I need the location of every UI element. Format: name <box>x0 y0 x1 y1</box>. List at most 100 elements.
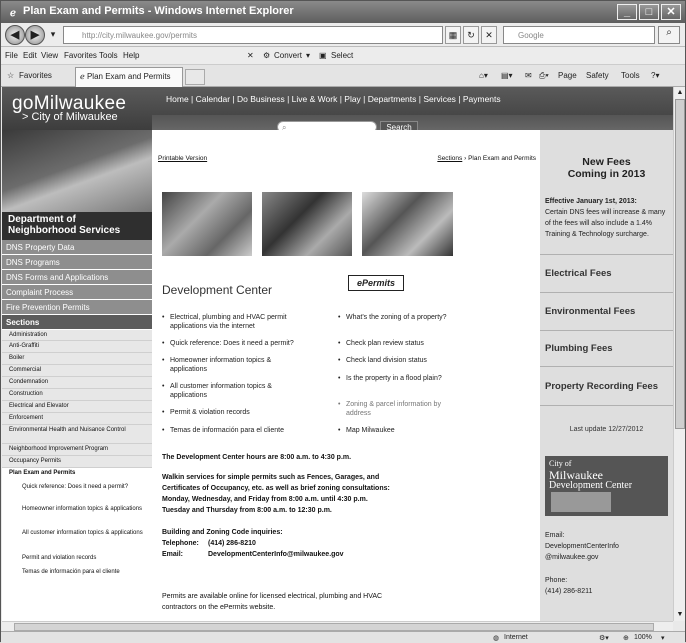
tools-menu[interactable]: Tools <box>621 71 640 80</box>
convert-button[interactable]: Convert <box>274 51 302 60</box>
section-commercial[interactable]: Commercial <box>2 365 152 377</box>
email-address[interactable]: DevelopmentCenterInfo@milwaukee.gov <box>208 549 344 560</box>
link-environmental-fees[interactable]: Environmental Fees <box>540 292 673 330</box>
tab-plan-exam[interactable]: ℯ Plan Exam and Permits <box>75 67 183 87</box>
menu-tools[interactable]: Tools <box>99 51 118 60</box>
breadcrumb-sections-link[interactable]: Sections <box>437 155 462 162</box>
link-property-recording-fees[interactable]: Property Recording Fees <box>540 366 673 406</box>
select-button[interactable]: Select <box>331 51 353 60</box>
vertical-scroll-thumb[interactable] <box>675 99 685 429</box>
section-neighborhood-improvement[interactable]: Neighborhood Improvement Program <box>2 444 152 456</box>
print-icon[interactable]: ⎙▾ <box>539 71 549 81</box>
subsection-homeowner[interactable]: Homeowner information topics & applicati… <box>2 504 152 524</box>
main-content: Printable Version Sections › Plan Exam a… <box>152 130 540 621</box>
history-dropdown-icon[interactable]: ▾ <box>45 26 61 44</box>
mail-icon[interactable]: ✉ <box>525 71 532 80</box>
menu-favorites[interactable]: Favorites <box>64 51 97 60</box>
nav-complaint-process[interactable]: Complaint Process <box>2 285 152 300</box>
link-zoning-of-property[interactable]: What's the zoning of a property? <box>338 314 456 323</box>
epermits-logo[interactable]: ePermits <box>348 275 404 291</box>
contact-email-2[interactable]: @milwaukee.gov <box>545 552 671 563</box>
subsection-temas[interactable]: Temas de información para el cliente <box>2 567 152 587</box>
new-tab-button[interactable] <box>185 69 205 85</box>
convert-icon: ⚙ <box>263 51 271 60</box>
walkin-line-2: Certificates of Occupancy, etc. as well … <box>162 485 390 492</box>
link-map-milwaukee[interactable]: Map Milwaukee <box>338 427 456 436</box>
section-construction[interactable]: Construction <box>2 389 152 401</box>
section-boiler[interactable]: Boiler <box>2 353 152 365</box>
telephone-label: Telephone: <box>162 540 199 547</box>
page-menu[interactable]: Page <box>558 71 577 80</box>
link-temas[interactable]: Temas de información para el cliente <box>162 427 330 436</box>
link-homeowner-topics[interactable]: Homeowner information topics & applicati… <box>162 357 310 374</box>
scroll-up-icon[interactable]: ▲ <box>675 88 685 98</box>
link-quick-reference[interactable]: Quick reference: Does it need a permit? <box>162 340 310 349</box>
link-plumbing-fees[interactable]: Plumbing Fees <box>540 330 673 366</box>
horizontal-scroll-thumb[interactable] <box>14 623 654 631</box>
vertical-scrollbar[interactable]: ▲ ▼ <box>673 87 685 621</box>
menu-edit[interactable]: Edit <box>23 51 37 60</box>
maximize-button[interactable]: □ <box>639 4 659 20</box>
minimize-button[interactable]: _ <box>617 4 637 20</box>
nav-fire-prevention[interactable]: Fire Prevention Permits <box>2 300 152 315</box>
online-permits-line-1: Permits are available online for license… <box>162 593 383 600</box>
section-plan-exam[interactable]: Plan Exam and Permits <box>2 468 152 480</box>
link-zoning-parcel-info[interactable]: Zoning & parcel information by address <box>338 401 456 418</box>
top-navigation[interactable]: Home | Calendar | Do Business | Live & W… <box>166 94 501 104</box>
menu-file[interactable]: File <box>5 51 18 60</box>
section-occupancy-permits[interactable]: Occupancy Permits <box>2 456 152 468</box>
help-icon[interactable]: ?▾ <box>651 71 659 80</box>
zoom-level[interactable]: 100% <box>634 634 652 641</box>
link-all-customer-topics[interactable]: All customer information topics & applic… <box>162 383 310 400</box>
safety-menu[interactable]: Safety <box>586 71 609 80</box>
nav-dns-forms[interactable]: DNS Forms and Applications <box>2 270 152 285</box>
link-permit-violation-records[interactable]: Permit & violation records <box>162 409 310 418</box>
section-enforcement[interactable]: Enforcement <box>2 413 152 425</box>
subsection-all-customer[interactable]: All customer information topics & applic… <box>2 528 152 548</box>
compat-view-icon[interactable]: ▦ <box>445 26 461 44</box>
protected-mode-icon[interactable]: ⚙▾ <box>599 634 609 642</box>
link-online-permit-applications[interactable]: Electrical, plumbing and HVAC permit app… <box>162 314 310 331</box>
contact-phone-label: Phone: <box>545 577 568 584</box>
convert-dropdown-icon[interactable]: ▾ <box>306 51 310 60</box>
status-bar: ◍ Internet ⚙▾ ⊕ 100% ▾ <box>1 631 685 643</box>
walkin-line-4: Tuesday and Thursday from 8:00 a.m. to 1… <box>162 507 332 514</box>
forward-button[interactable]: ▶ <box>25 25 45 45</box>
link-plan-review-status[interactable]: Check plan review status <box>338 340 456 349</box>
close-button[interactable]: ✕ <box>661 4 681 20</box>
search-icon[interactable]: ⌕ <box>658 26 680 44</box>
section-administration[interactable]: Administration <box>2 330 152 341</box>
section-anti-graffiti[interactable]: Anti-Graffiti <box>2 341 152 353</box>
scroll-down-icon[interactable]: ▼ <box>675 610 685 620</box>
search-input[interactable]: Google <box>503 26 655 44</box>
link-electrical-fees[interactable]: Electrical Fees <box>540 254 673 292</box>
menu-view[interactable]: View <box>41 51 58 60</box>
development-center-banner[interactable]: City of Milwaukee Development Center <box>545 456 668 516</box>
favorites-button[interactable]: Favorites <box>19 71 52 80</box>
nav-dns-property-data[interactable]: DNS Property Data <box>2 240 152 255</box>
horizontal-scrollbar[interactable] <box>2 621 673 631</box>
address-bar[interactable]: http://city.milwaukee.gov/permits <box>63 26 443 44</box>
section-environmental-health[interactable]: Environmental Health and Nuisance Contro… <box>2 425 152 444</box>
link-land-division-status[interactable]: Check land division status <box>338 357 456 366</box>
section-electrical-elevator[interactable]: Electrical and Elevator <box>2 401 152 413</box>
feeds-icon[interactable]: ▤▾ <box>501 71 513 80</box>
link-flood-plain[interactable]: Is the property in a flood plain? <box>338 375 456 384</box>
printable-version-link[interactable]: Printable Version <box>158 155 207 162</box>
menu-help[interactable]: Help <box>123 51 139 60</box>
right-sidebar: New Fees Coming in 2013 Effective January… <box>540 130 673 621</box>
refresh-icon[interactable]: ↻ <box>463 26 479 44</box>
stop-icon[interactable]: ✕ <box>481 26 497 44</box>
favorites-star-icon: ☆ <box>7 71 15 80</box>
nav-dns-programs[interactable]: DNS Programs <box>2 255 152 270</box>
contact-email-1[interactable]: DevelopmentCenterInfo <box>545 541 671 552</box>
subsection-quick-reference[interactable]: Quick reference: Does it need a permit? <box>2 482 152 502</box>
toolbar-close-icon[interactable]: ✕ <box>247 51 254 60</box>
address-toolbar: ◀ ▶ ▾ http://city.milwaukee.gov/permits … <box>1 23 685 47</box>
home-icon[interactable]: ⌂▾ <box>479 71 488 80</box>
zoom-dropdown-icon[interactable]: ▾ <box>661 634 665 642</box>
photo-customer-service <box>262 192 352 256</box>
subsection-permit-records[interactable]: Permit and violation records <box>2 553 152 565</box>
section-condemnation[interactable]: Condemnation <box>2 377 152 389</box>
back-button[interactable]: ◀ <box>5 25 25 45</box>
